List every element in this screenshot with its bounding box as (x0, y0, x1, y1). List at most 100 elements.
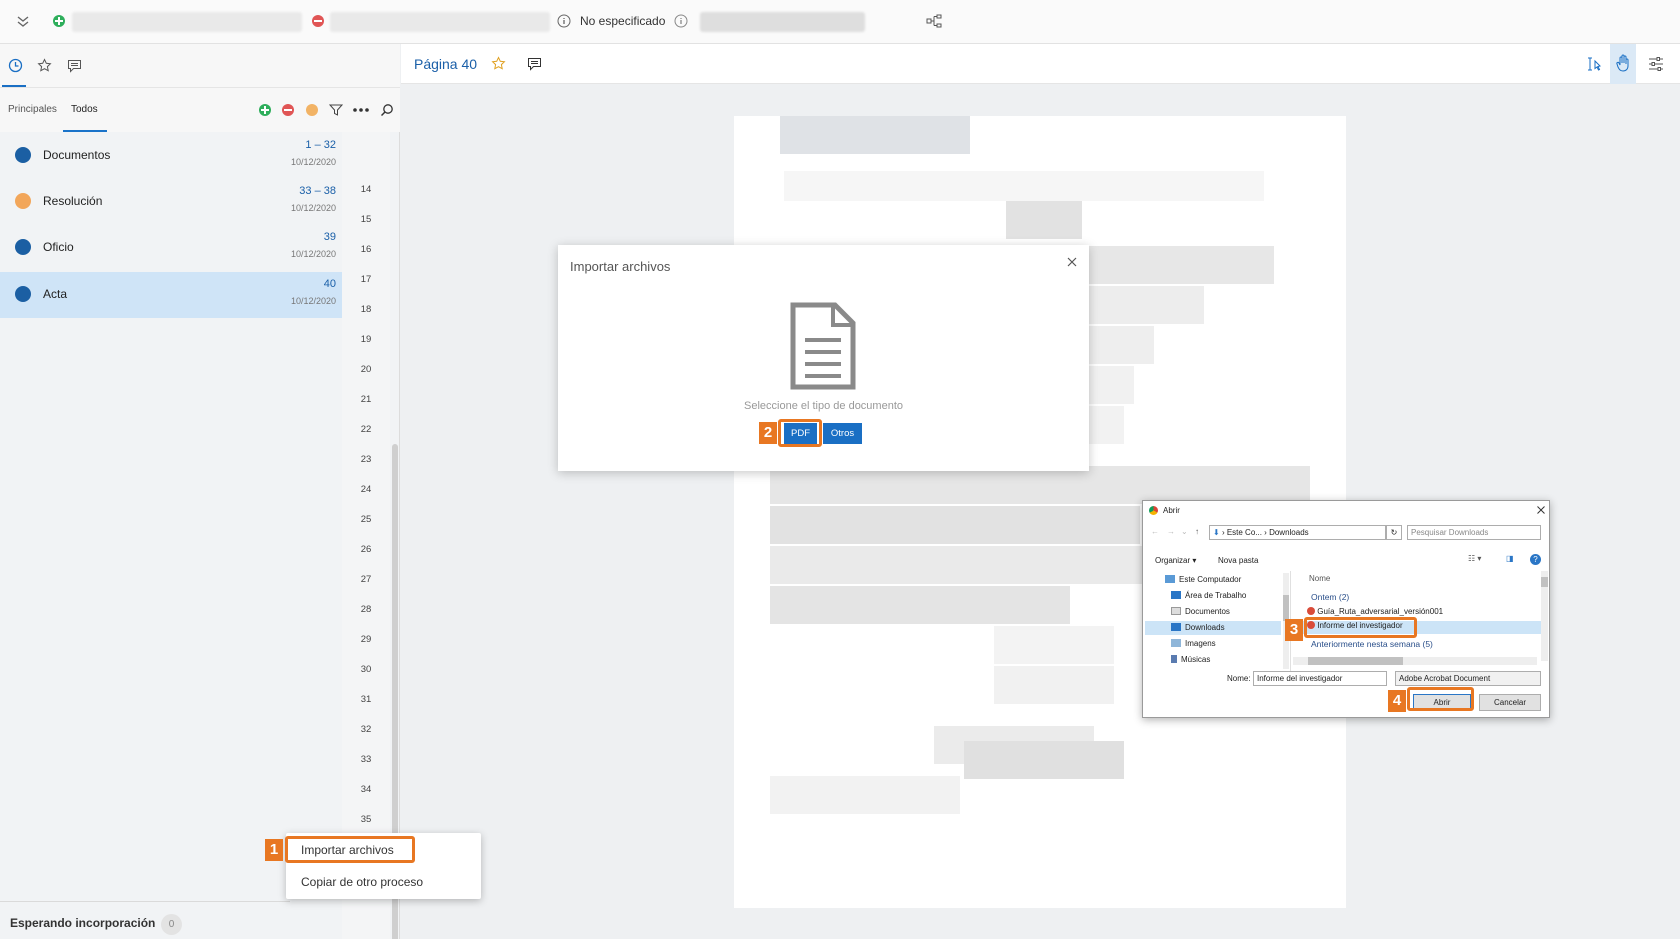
remove-icon[interactable] (312, 15, 324, 27)
file-name-value: Informe del investigador (1257, 674, 1343, 683)
page-number-20[interactable]: 20 (342, 364, 390, 375)
file-item[interactable]: Guía_Ruta_adversarial_versión001 (1307, 607, 1443, 616)
text-select-icon[interactable] (1587, 56, 1603, 72)
menu-item-copy-from-process[interactable]: Copiar de otro proceso (301, 875, 423, 889)
document-row-oficio[interactable]: Oficio 39 10/12/2020 (0, 225, 342, 271)
group-header-yesterday[interactable]: Ontem (2) (1311, 592, 1349, 602)
comment-icon[interactable] (527, 57, 542, 71)
close-icon[interactable] (1067, 257, 1077, 267)
page-number-15[interactable]: 15 (342, 214, 390, 225)
search-icon[interactable] (380, 103, 394, 117)
page-number-30[interactable]: 30 (342, 664, 390, 675)
document-row-acta[interactable]: Acta 40 10/12/2020 (0, 272, 342, 318)
file-name: Guía_Ruta_adversarial_versión001 (1317, 607, 1444, 616)
page-number-35[interactable]: 35 (342, 814, 390, 825)
group-header-this-week[interactable]: Anteriormente nesta semana (5) (1311, 639, 1433, 649)
page-number-21[interactable]: 21 (342, 394, 390, 405)
resolution-icon[interactable] (306, 104, 318, 116)
more-icon[interactable] (353, 108, 369, 112)
star-icon[interactable] (37, 58, 52, 73)
page-number-32[interactable]: 32 (342, 724, 390, 735)
filter-icon[interactable] (329, 103, 343, 117)
organize-menu[interactable]: Organizar ▾ (1155, 556, 1196, 565)
column-header-name[interactable]: Nome (1309, 574, 1330, 583)
tab-principales[interactable]: Principales (8, 88, 57, 132)
tree-item-documents[interactable]: Documentos (1171, 605, 1230, 619)
redacted-block (1084, 246, 1274, 284)
refresh-button[interactable]: ↻ (1386, 525, 1402, 540)
page-number-27[interactable]: 27 (342, 574, 390, 585)
redacted-block (784, 171, 1264, 201)
close-icon[interactable] (1537, 506, 1545, 514)
redacted-block (1084, 406, 1124, 444)
favorite-star-icon[interactable] (491, 56, 506, 71)
path-separator: › (1261, 528, 1270, 537)
tree-item-downloads[interactable]: Downloads (1145, 621, 1281, 635)
add-icon[interactable] (259, 104, 271, 116)
history-icon[interactable] (8, 58, 23, 73)
page-number-25[interactable]: 25 (342, 514, 390, 525)
tree-item-music[interactable]: Músicas (1171, 653, 1210, 667)
forward-arrow-icon[interactable]: → (1167, 527, 1175, 536)
file-type-select[interactable]: Adobe Acrobat Document (1395, 671, 1541, 686)
document-date: 10/12/2020 (290, 296, 336, 306)
callout-number: 1 (265, 839, 283, 861)
redacted-block (1084, 326, 1154, 364)
status-label: No especificado (580, 14, 666, 28)
page-number-19[interactable]: 19 (342, 334, 390, 345)
comment-icon[interactable] (67, 59, 82, 73)
new-folder-button[interactable]: Nova pasta (1218, 556, 1258, 565)
up-arrow-icon[interactable]: ↑ (1195, 527, 1199, 536)
document-row-resolucion[interactable]: Resolución 33 – 38 10/12/2020 (0, 179, 342, 225)
file-type-value: Adobe Acrobat Document (1399, 674, 1491, 683)
search-downloads-input[interactable]: Pesquisar Downloads (1407, 525, 1541, 540)
page-number-24[interactable]: 24 (342, 484, 390, 495)
page-number-28[interactable]: 28 (342, 604, 390, 615)
cancel-button[interactable]: Cancelar (1479, 694, 1541, 711)
page-number-14[interactable]: 14 (342, 184, 390, 195)
page-number-33[interactable]: 33 (342, 754, 390, 765)
tree-item-computer[interactable]: Este Computador (1165, 573, 1241, 587)
file-name-input[interactable]: Informe del investigador (1253, 671, 1387, 686)
page-number-26[interactable]: 26 (342, 544, 390, 555)
page-number-34[interactable]: 34 (342, 784, 390, 795)
document-row-documentos[interactable]: Documentos 1 – 32 10/12/2020 (0, 133, 342, 179)
address-bar[interactable]: ⬇ › Este Co... › Downloads (1209, 525, 1386, 540)
horizontal-scrollbar[interactable] (1293, 657, 1537, 665)
hierarchy-icon[interactable] (926, 14, 942, 28)
document-date: 10/12/2020 (290, 203, 336, 213)
tab-todos[interactable]: Todos (63, 88, 107, 132)
document-type-prompt: Seleccione el tipo de documento (744, 400, 903, 412)
page-number-16[interactable]: 16 (342, 244, 390, 255)
page-number-17[interactable]: 17 (342, 274, 390, 285)
page-number-31[interactable]: 31 (342, 694, 390, 705)
page-number-29[interactable]: 29 (342, 634, 390, 645)
dropdown-arrow-icon[interactable]: ⌄ (1181, 527, 1188, 536)
redacted-block (964, 741, 1124, 779)
back-arrow-icon[interactable]: ← (1151, 527, 1159, 536)
vertical-scrollbar[interactable] (1541, 571, 1548, 661)
preview-pane-icon[interactable]: ◨ (1506, 554, 1514, 563)
help-icon[interactable]: ? (1530, 554, 1541, 565)
page-number-23[interactable]: 23 (342, 454, 390, 465)
remove-icon[interactable] (282, 104, 294, 116)
callout-highlight (1407, 687, 1474, 711)
others-button[interactable]: Otros (823, 423, 862, 444)
callout-highlight (285, 836, 415, 863)
page-number-22[interactable]: 22 (342, 424, 390, 435)
page-number-18[interactable]: 18 (342, 304, 390, 315)
redacted-block (770, 546, 1190, 584)
path-segment: Downloads (1269, 528, 1309, 537)
settings-sliders-icon[interactable] (1648, 57, 1664, 71)
document-range: 33 – 38 (299, 185, 336, 197)
view-options-icon[interactable]: ☷ ▾ (1468, 554, 1481, 563)
hand-tool-button[interactable] (1610, 44, 1636, 84)
tree-item-desktop[interactable]: Área de Trabalho (1171, 589, 1246, 603)
info-icon[interactable] (674, 14, 688, 28)
waiting-section: Esperando incorporación 0 (0, 901, 290, 939)
open-file-dialog: Abrir ← → ⌄ ↑ ⬇ › Este Co... › Downloads… (1142, 500, 1550, 718)
collapse-chevron-icon[interactable] (16, 14, 30, 28)
tree-item-images[interactable]: Imagens (1171, 637, 1216, 651)
callout-highlight (778, 419, 822, 447)
add-icon[interactable] (53, 15, 65, 27)
